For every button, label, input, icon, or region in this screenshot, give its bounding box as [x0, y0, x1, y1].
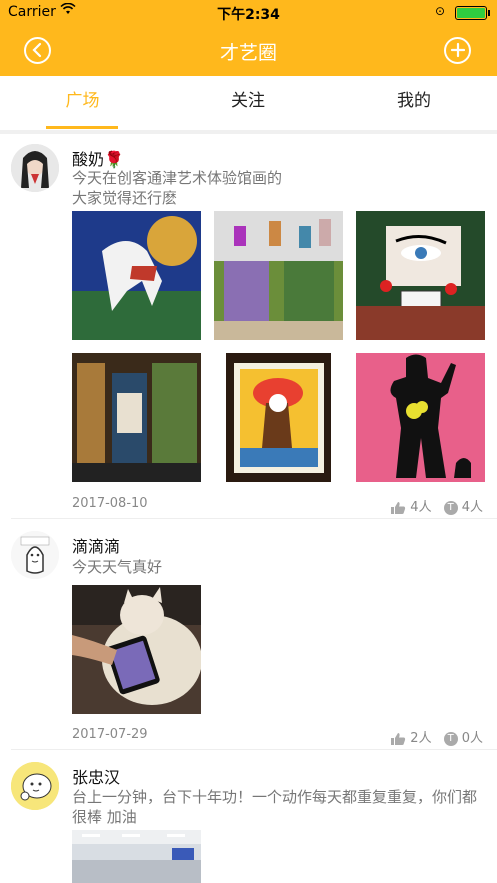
thumb-up-icon: [391, 501, 406, 514]
post-image[interactable]: [214, 211, 343, 340]
avatar[interactable]: [11, 531, 59, 579]
page-title: 才艺圈: [219, 42, 277, 64]
thumb-up-icon: [391, 732, 406, 745]
comment-icon: T: [443, 500, 458, 515]
post-stats: 2人 T 0人: [386, 727, 483, 746]
post-date: 2017-07-29: [72, 727, 148, 742]
post-image[interactable]: [356, 211, 485, 340]
tab-mine[interactable]: 我的: [331, 76, 497, 130]
post-image[interactable]: [226, 353, 331, 482]
post-text: 今天天气真好: [72, 558, 163, 576]
add-post-button[interactable]: [444, 37, 471, 64]
tab-indicator: [46, 126, 118, 129]
post-item[interactable]: 酸奶🌹 今天在创客通津艺术体验馆画的 大家觉得还行麽 2017-08-10 4人…: [0, 134, 497, 519]
like-count: 4人: [410, 500, 432, 515]
avatar[interactable]: [11, 144, 59, 192]
post-image[interactable]: [72, 211, 201, 340]
like-count: 2人: [410, 731, 432, 746]
post-item[interactable]: 张忠汉 台上一分钟，台下十年功！一个动作每天都重复重复，你们都很棒 加油: [0, 750, 497, 883]
post-text: 台上一分钟，台下十年功！一个动作每天都重复重复，你们都很棒 加油: [72, 788, 478, 826]
comment-count: 4人: [461, 500, 483, 515]
status-bar: Carrier 下午2:34 ⊙: [0, 0, 497, 26]
like-button[interactable]: 2人: [390, 731, 435, 746]
post-text: 今天在创客通津艺术体验馆画的 大家觉得还行麽: [72, 169, 283, 207]
tab-bar: 广场 关注 我的: [0, 76, 497, 134]
avatar[interactable]: [11, 762, 59, 810]
like-button[interactable]: 4人: [390, 500, 435, 515]
comment-button[interactable]: T 0人: [440, 731, 483, 746]
nav-bar: 才艺圈: [0, 26, 497, 76]
comment-count: 0人: [461, 731, 483, 746]
comment-icon: T: [443, 731, 458, 746]
rotation-lock-icon: ⊙: [434, 4, 445, 18]
tab-square[interactable]: 广场: [0, 76, 165, 130]
battery-icon: [455, 6, 490, 20]
user-name-text: 酸奶: [72, 150, 105, 169]
post-image[interactable]: [72, 585, 201, 714]
user-name[interactable]: 张忠汉: [72, 764, 120, 788]
post-stats: 4人 T 4人: [386, 496, 483, 515]
post-item[interactable]: 滴滴滴 今天天气真好 2017-07-29 2人 T 0人: [0, 519, 497, 750]
user-name[interactable]: 酸奶🌹: [72, 146, 124, 170]
add-icon: [450, 42, 465, 58]
rose-emoji: 🌹: [104, 150, 124, 169]
tab-following[interactable]: 关注: [165, 76, 331, 130]
comment-button[interactable]: T 4人: [440, 500, 483, 515]
post-image[interactable]: [72, 353, 201, 482]
post-image[interactable]: [72, 830, 201, 883]
post-date: 2017-08-10: [72, 496, 148, 511]
post-image[interactable]: [356, 353, 485, 482]
status-time: 下午2:34: [217, 7, 280, 23]
user-name[interactable]: 滴滴滴: [72, 533, 120, 557]
